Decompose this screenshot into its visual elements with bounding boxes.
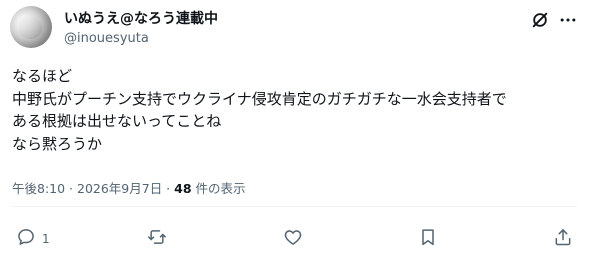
post-line: なるほど — [12, 67, 73, 85]
avatar[interactable] — [10, 6, 52, 48]
bookmark-icon — [418, 227, 438, 251]
share-icon — [553, 227, 573, 251]
like-icon — [283, 227, 303, 251]
more-icon[interactable] — [558, 10, 578, 30]
views-count[interactable]: 48 — [174, 181, 191, 196]
reply-button[interactable]: 1 — [16, 227, 50, 251]
views-label: 件の表示 — [191, 181, 246, 196]
reply-count: 1 — [42, 232, 50, 246]
post-line: 中野氏がプーチン支持でウクライナ侵攻肯定のガチガチな一水会支持者で — [12, 89, 507, 108]
share-button[interactable] — [553, 227, 573, 251]
bookmark-button[interactable] — [418, 227, 438, 251]
retweet-icon — [147, 227, 167, 251]
like-button[interactable] — [283, 227, 303, 251]
retweet-button[interactable] — [147, 227, 167, 251]
divider — [12, 206, 577, 207]
post-line: ある根拠は出せないってことね — [12, 112, 222, 130]
reply-icon — [16, 227, 36, 251]
display-name[interactable]: いぬうえ@なろう連載中 — [64, 8, 218, 28]
handle[interactable]: @inouesyuta — [64, 31, 149, 46]
timestamp[interactable]: 午後8:10 · 2026年9月7日 · — [12, 181, 174, 196]
post-meta: 午後8:10 · 2026年9月7日 · 48 件の表示 — [12, 178, 246, 197]
post-text: なるほど 中野氏がプーチン支持でウクライナ侵攻肯定のガチガチな一水会支持者で あ… — [12, 65, 582, 155]
grok-icon[interactable] — [530, 10, 550, 30]
post-line: なら黙ろうか — [12, 134, 103, 153]
